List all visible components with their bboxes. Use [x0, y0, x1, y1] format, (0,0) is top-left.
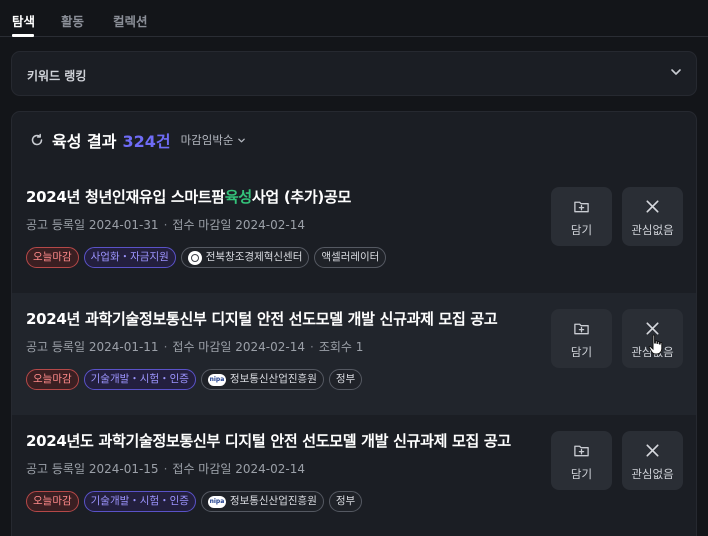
tab-collection[interactable]: 컬렉션	[113, 11, 148, 30]
category-tag: 기술개발・시험・인증	[83, 369, 196, 390]
title-text: 2024년 과학기술정보통신부 디지털 안전 선도모델 개발 신규과제 모집 공…	[26, 310, 498, 328]
registered-date: 공고 등록일 2024-01-15	[26, 462, 159, 476]
keyword-ranking-title: 키워드 랭킹	[27, 69, 87, 83]
announcement-meta: 공고 등록일 2024-01-11 · 접수 마감일 2024-02-14 · 조회수 …	[26, 340, 364, 354]
sort-dropdown[interactable]: 마감임박순	[181, 132, 247, 148]
close-icon	[646, 200, 659, 213]
organization-name: 정보통신산업진흥원	[229, 495, 317, 507]
chevron-down-icon[interactable]	[670, 66, 682, 78]
nipa-logo-icon: nipa	[207, 373, 226, 386]
save-label: 담기	[570, 223, 593, 237]
not-interested-button[interactable]: 관심없음	[622, 187, 683, 246]
results-header: 육성 결과 324건 마감임박순	[30, 129, 246, 151]
top-tab-bar: 탐색 활동 컬렉션	[0, 0, 708, 37]
nipa-logo-icon: nipa	[207, 495, 226, 508]
view-count: 조회수 1	[318, 340, 364, 354]
type-tag: 정부	[328, 491, 363, 512]
tab-explore[interactable]: 탐색	[12, 11, 35, 30]
deadline-date: 접수 마감일 2024-02-14	[172, 462, 305, 476]
organization-tag: nipa 정보통신산업진흥원	[200, 491, 324, 512]
refresh-icon[interactable]	[30, 133, 44, 147]
save-label: 담기	[570, 467, 593, 481]
save-button[interactable]: 담기	[551, 431, 612, 490]
not-interested-button[interactable]: 관심없음	[622, 431, 683, 490]
sort-label: 마감임박순	[180, 133, 234, 147]
announcement-card[interactable]: 2024년 과학기술정보통신부 디지털 안전 선도모델 개발 신규과제 모집 공…	[12, 293, 696, 415]
deadline-tag: 오늘마감	[26, 247, 79, 268]
title-highlight: 육성	[224, 188, 252, 206]
announcement-meta: 공고 등록일 2024-01-15 · 접수 마감일 2024-02-14	[26, 462, 305, 476]
deadline-tag: 오늘마감	[26, 491, 79, 512]
announcement-meta: 공고 등록일 2024-01-31 · 접수 마감일 2024-02-14	[26, 218, 305, 232]
results-panel: 육성 결과 324건 마감임박순 2024년 청년인재유입 스마트팜육성사업 (…	[11, 111, 697, 536]
announcement-title[interactable]: 2024년도 과학기술정보통신부 디지털 안전 선도모델 개발 신규과제 모집 …	[26, 430, 511, 451]
title-text: 2024년도 과학기술정보통신부 디지털 안전 선도모델 개발 신규과제 모집 …	[26, 432, 511, 450]
announcement-title[interactable]: 2024년 청년인재유입 스마트팜육성사업 (추가)공모	[26, 186, 351, 207]
active-tab-indicator	[12, 34, 34, 37]
hand-pointer-cursor-icon	[648, 334, 663, 355]
deadline-date: 접수 마감일 2024-02-14	[172, 340, 305, 354]
results-title: 육성 결과	[52, 132, 117, 151]
chevron-down-icon	[238, 138, 246, 142]
organization-name: 전북창조경제혁신센터	[205, 251, 303, 263]
registered-date: 공고 등록일 2024-01-31	[26, 218, 159, 232]
registered-date: 공고 등록일 2024-01-11	[26, 340, 159, 354]
tag-list: 오늘마감 사업화・자금지원 전북창조경제혁신센터 액셀러레이터	[26, 247, 387, 268]
category-tag: 사업화・자금지원	[83, 247, 176, 268]
category-tag: 기술개발・시험・인증	[83, 491, 196, 512]
save-button[interactable]: 담기	[551, 309, 612, 368]
organization-name: 정보통신산업진흥원	[229, 373, 317, 385]
type-tag: 액셀러레이터	[314, 247, 387, 268]
announcement-title[interactable]: 2024년 과학기술정보통신부 디지털 안전 선도모델 개발 신규과제 모집 공…	[26, 308, 498, 329]
save-button[interactable]: 담기	[551, 187, 612, 246]
deadline-tag: 오늘마감	[26, 369, 79, 390]
folder-plus-icon	[574, 445, 589, 457]
organization-tag: nipa 정보통신산업진흥원	[200, 369, 324, 390]
announcement-card[interactable]: 2024년 청년인재유입 스마트팜육성사업 (추가)공모 공고 등록일 2024…	[12, 171, 696, 293]
title-text: 사업 (추가)공모	[251, 188, 351, 206]
not-interested-label: 관심없음	[631, 467, 674, 481]
keyword-ranking-panel[interactable]: 키워드 랭킹	[11, 51, 697, 96]
organization-tag: 전북창조경제혁신센터	[180, 247, 310, 268]
save-label: 담기	[570, 345, 593, 359]
close-icon	[646, 444, 659, 457]
announcement-card[interactable]: 2024년도 과학기술정보통신부 디지털 안전 선도모델 개발 신규과제 모집 …	[12, 415, 696, 536]
results-count: 324건	[122, 132, 171, 151]
deadline-date: 접수 마감일 2024-02-14	[172, 218, 305, 232]
organization-logo-icon	[187, 250, 202, 265]
tab-activity[interactable]: 활동	[61, 11, 84, 30]
not-interested-label: 관심없음	[631, 223, 674, 237]
tag-list: 오늘마감 기술개발・시험・인증 nipa 정보통신산업진흥원 정부	[26, 369, 363, 390]
title-text: 2024년 청년인재유입 스마트팜	[26, 188, 225, 206]
tag-list: 오늘마감 기술개발・시험・인증 nipa 정보통신산업진흥원 정부	[26, 491, 363, 512]
folder-plus-icon	[574, 201, 589, 213]
type-tag: 정부	[328, 369, 363, 390]
folder-plus-icon	[574, 323, 589, 335]
